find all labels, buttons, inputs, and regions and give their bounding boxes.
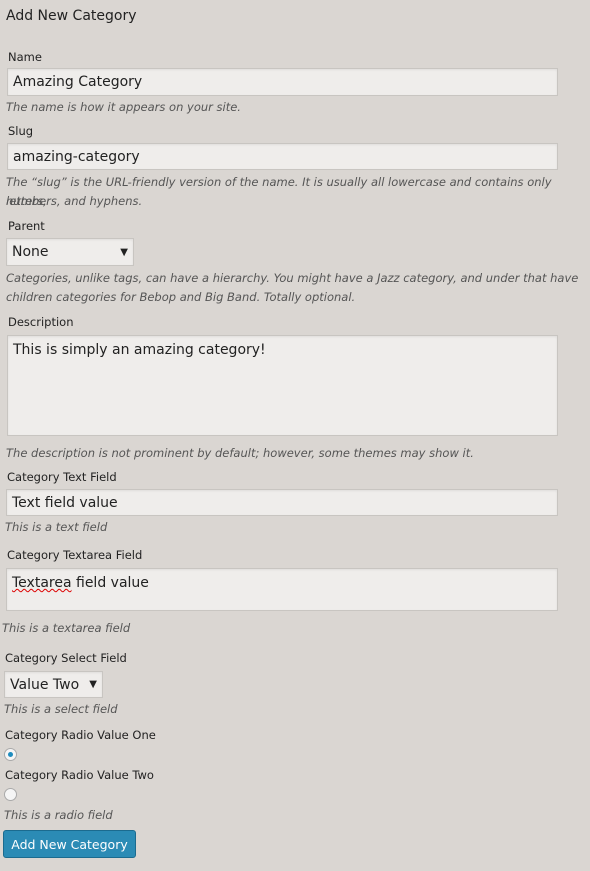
add-new-category-button[interactable]: Add New Category xyxy=(3,830,136,858)
text-field-help: This is a text field xyxy=(5,520,108,534)
parent-label: Parent xyxy=(8,219,45,233)
page-title: Add New Category xyxy=(6,8,137,24)
parent-help-2: children categories for Bebop and Big Ba… xyxy=(6,290,356,304)
description-textarea[interactable]: This is simply an amazing category! xyxy=(7,335,558,436)
radio-help: This is a radio field xyxy=(4,808,113,822)
parent-help-1: Categories, unlike tags, can have a hier… xyxy=(6,271,579,285)
select-field-help: This is a select field xyxy=(4,702,118,716)
parent-select-value: None xyxy=(12,244,49,260)
parent-select[interactable]: None ▼ xyxy=(6,238,134,266)
radio-selected-dot xyxy=(8,752,13,757)
textarea-field-help: This is a textarea field xyxy=(2,621,131,635)
radio-option-1[interactable] xyxy=(4,748,17,761)
chevron-down-icon: ▼ xyxy=(120,246,128,258)
radio-option-1-label: Category Radio Value One xyxy=(5,728,156,742)
name-help: The name is how it appears on your site. xyxy=(6,100,241,114)
slug-label: Slug xyxy=(8,124,34,138)
slug-help-2: numbers, and hyphens. xyxy=(6,194,143,208)
textarea-field-label: Category Textarea Field xyxy=(7,548,143,562)
description-label: Description xyxy=(8,315,74,329)
textarea-word: Textarea xyxy=(12,575,72,591)
text-field-label: Category Text Field xyxy=(7,470,117,484)
select-field-value: Value Two xyxy=(10,676,80,693)
text-field-input[interactable]: Text field value xyxy=(6,489,558,516)
chevron-down-icon: ▼ xyxy=(89,679,97,690)
name-input[interactable]: Amazing Category xyxy=(7,68,558,96)
select-field-label: Category Select Field xyxy=(5,651,127,665)
name-label: Name xyxy=(8,50,42,64)
slug-input[interactable]: amazing-category xyxy=(7,143,558,170)
radio-option-2[interactable] xyxy=(4,788,17,801)
radio-option-2-label: Category Radio Value Two xyxy=(5,768,154,782)
textarea-field-input[interactable]: Textarea field value xyxy=(6,568,558,611)
textarea-rest: field value xyxy=(71,575,149,591)
description-help: The description is not prominent by defa… xyxy=(6,446,474,460)
select-field-select[interactable]: Value Two ▼ xyxy=(4,671,103,698)
